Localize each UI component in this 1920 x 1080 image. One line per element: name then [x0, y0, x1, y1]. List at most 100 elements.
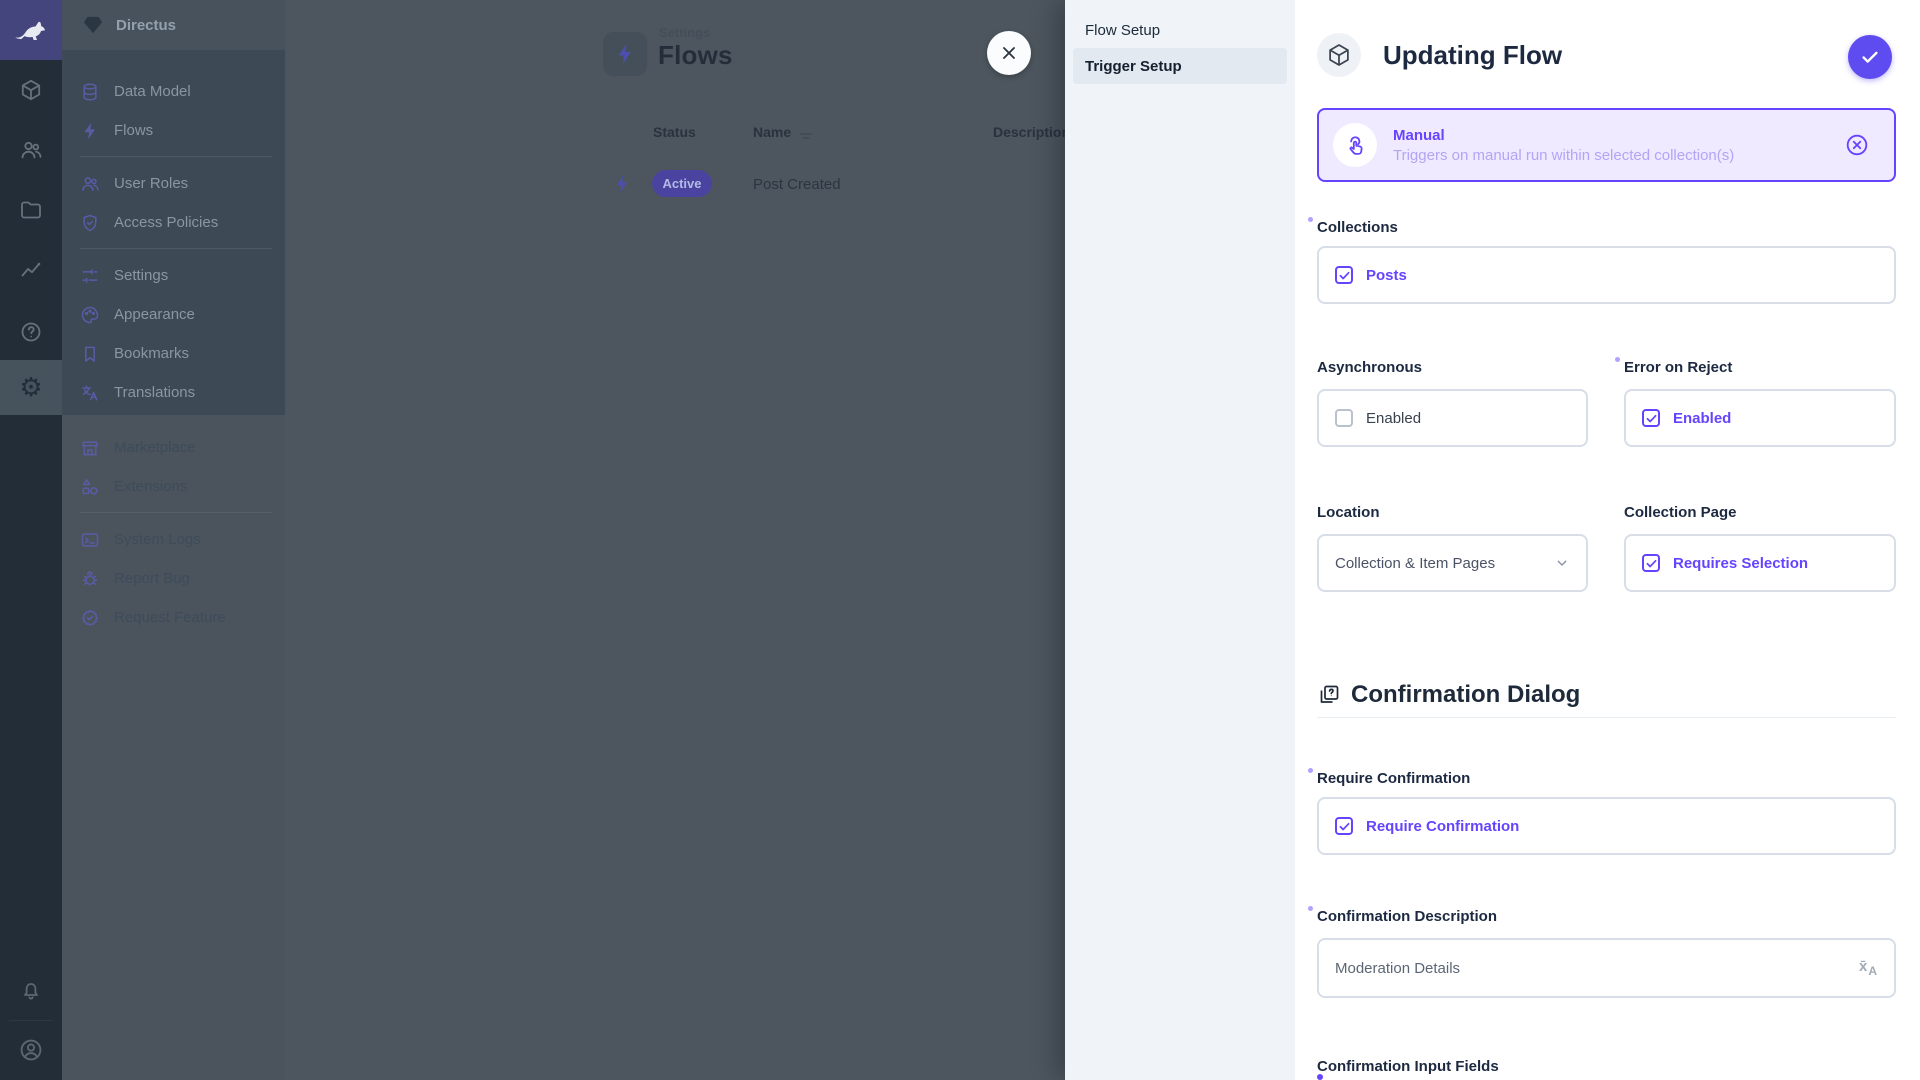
- checkbox-require-confirmation[interactable]: [1335, 817, 1353, 835]
- check-icon: [1645, 412, 1658, 425]
- trigger-card-texts: Manual Triggers on manual run within sel…: [1393, 127, 1828, 164]
- shield-icon: [80, 213, 100, 233]
- drawer-nav-flow-setup[interactable]: Flow Setup: [1073, 12, 1287, 48]
- files-module-icon[interactable]: [0, 188, 62, 232]
- page-title: Flows: [658, 40, 733, 71]
- sidebar-divider: [80, 248, 272, 249]
- checkbox-posts-label[interactable]: Posts: [1366, 267, 1407, 284]
- status-badge[interactable]: Active: [652, 170, 712, 197]
- users-module-icon[interactable]: [0, 128, 62, 172]
- palette-icon: [80, 305, 100, 325]
- confirmation-input-fields-label: Confirmation Input Fields: [1317, 1058, 1499, 1075]
- sidebar-item-label: System Logs: [114, 531, 201, 548]
- checkbox-error-on-reject-label[interactable]: Enabled: [1673, 410, 1731, 427]
- dimmed-overlay-region[interactable]: ⚙ Directus Data Model: [0, 0, 1065, 1080]
- sidebar-item-extensions[interactable]: Extensions: [62, 467, 285, 506]
- checkbox-asynchronous[interactable]: [1335, 409, 1353, 427]
- column-header-description[interactable]: Description: [993, 124, 1070, 140]
- page-title-iconbox: [603, 32, 647, 76]
- asynchronous-field[interactable]: Enabled: [1317, 389, 1588, 447]
- sidebar-item-label: Translations: [114, 384, 195, 401]
- sidebar-item-report-bug[interactable]: Report Bug: [62, 559, 285, 598]
- hand-pointer-icon: [1343, 133, 1367, 157]
- sidebar-item-translations[interactable]: Translations: [62, 373, 285, 412]
- sidebar-item-bookmarks[interactable]: Bookmarks: [62, 334, 285, 373]
- cube-icon: [1326, 42, 1352, 68]
- sidebar-item-label: Report Bug: [114, 570, 190, 587]
- settings-module-icon[interactable]: ⚙: [0, 360, 62, 415]
- trigger-card-title: Manual: [1393, 127, 1828, 144]
- sidebar-nav-lower: Marketplace Extensions System Logs Repor…: [62, 428, 285, 637]
- sidebar-item-user-roles[interactable]: User Roles: [62, 164, 285, 203]
- checkbox-requires-selection[interactable]: [1642, 554, 1660, 572]
- close-drawer-button[interactable]: [987, 31, 1031, 75]
- sidebar-item-appearance[interactable]: Appearance: [62, 295, 285, 334]
- location-select-value: Collection & Item Pages: [1335, 555, 1541, 572]
- require-confirmation-field[interactable]: Require Confirmation: [1317, 797, 1896, 855]
- checkbox-require-confirmation-label[interactable]: Require Confirmation: [1366, 818, 1519, 835]
- sidebar-divider: [80, 512, 272, 513]
- rabbit-logo-icon: [11, 13, 51, 47]
- project-header[interactable]: Directus: [62, 0, 285, 50]
- column-header-status[interactable]: Status: [653, 124, 696, 140]
- collections-field[interactable]: Posts: [1317, 246, 1896, 304]
- module-bar-divider: [9, 1020, 53, 1021]
- required-dot: [1308, 768, 1313, 773]
- chevron-down-icon: [1554, 555, 1570, 571]
- save-button[interactable]: [1848, 35, 1892, 79]
- location-label: Location: [1317, 504, 1380, 521]
- content-module-icon[interactable]: [0, 68, 62, 112]
- sidebar-item-system-logs[interactable]: System Logs: [62, 520, 285, 559]
- confirmation-description-input[interactable]: Moderation Details x̄A: [1317, 938, 1896, 998]
- sidebar-item-label: User Roles: [114, 175, 188, 192]
- checkbox-asynchronous-label[interactable]: Enabled: [1366, 410, 1421, 427]
- sidebar-nav-upper: Data Model Flows User Roles Access Polic…: [62, 72, 285, 412]
- required-dot: [1308, 217, 1313, 222]
- directus-logo[interactable]: [0, 0, 62, 60]
- checkbox-requires-selection-label[interactable]: Requires Selection: [1673, 555, 1808, 572]
- sidebar-item-data-model[interactable]: Data Model: [62, 72, 285, 111]
- notifications-icon[interactable]: [0, 968, 62, 1012]
- sidebar-item-request-feature[interactable]: Request Feature: [62, 598, 285, 637]
- sidebar-item-label: Settings: [114, 267, 168, 284]
- clipped-list-item-dot: [1317, 1074, 1323, 1080]
- column-header-name[interactable]: Name: [753, 124, 791, 140]
- drawer-title-iconcircle: [1317, 33, 1361, 77]
- shapes-icon: [80, 477, 100, 497]
- collections-label: Collections: [1317, 219, 1398, 236]
- checkbox-posts[interactable]: [1335, 266, 1353, 284]
- sidebar-item-flows[interactable]: Flows: [62, 111, 285, 150]
- sidebar-divider: [80, 156, 272, 157]
- sidebar-item-label: Data Model: [114, 83, 191, 100]
- error-on-reject-field[interactable]: Enabled: [1624, 389, 1896, 447]
- collection-page-field[interactable]: Requires Selection: [1624, 534, 1896, 592]
- location-select[interactable]: Collection & Item Pages: [1317, 534, 1588, 592]
- checkbox-error-on-reject[interactable]: [1642, 409, 1660, 427]
- drawer-content: Updating Flow Manual Triggers on manual …: [1295, 0, 1920, 1080]
- cancel-circle-icon: [1844, 132, 1870, 158]
- database-icon: [80, 82, 100, 102]
- app-window: ⚙ Directus Data Model: [0, 0, 1920, 1080]
- remove-trigger-icon[interactable]: [1844, 132, 1870, 158]
- required-dot: [1308, 906, 1313, 911]
- sidebar-item-access-policies[interactable]: Access Policies: [62, 203, 285, 242]
- flow-row-name[interactable]: Post Created: [753, 176, 841, 193]
- flow-row-icon: [612, 174, 632, 194]
- sort-icon[interactable]: [799, 130, 813, 142]
- check-icon: [1859, 46, 1881, 68]
- insights-module-icon[interactable]: [0, 248, 62, 292]
- confirmation-description-value[interactable]: Moderation Details: [1335, 960, 1846, 977]
- help-module-icon[interactable]: [0, 310, 62, 354]
- sidebar-item-settings[interactable]: Settings: [62, 256, 285, 295]
- drawer-title: Updating Flow: [1383, 40, 1562, 71]
- breadcrumb[interactable]: Settings: [659, 25, 710, 40]
- drawer-nav: Flow Setup Trigger Setup: [1065, 0, 1295, 1080]
- dialog-stack-icon: [1317, 683, 1341, 707]
- drawer-nav-trigger-setup[interactable]: Trigger Setup: [1073, 48, 1287, 84]
- user-avatar-icon[interactable]: [0, 1028, 62, 1072]
- trigger-type-card[interactable]: Manual Triggers on manual run within sel…: [1317, 108, 1896, 182]
- sidebar-item-label: Bookmarks: [114, 345, 189, 362]
- check-icon: [1338, 820, 1351, 833]
- sidebar-item-marketplace[interactable]: Marketplace: [62, 428, 285, 467]
- translate-icon[interactable]: x̄A: [1859, 958, 1878, 978]
